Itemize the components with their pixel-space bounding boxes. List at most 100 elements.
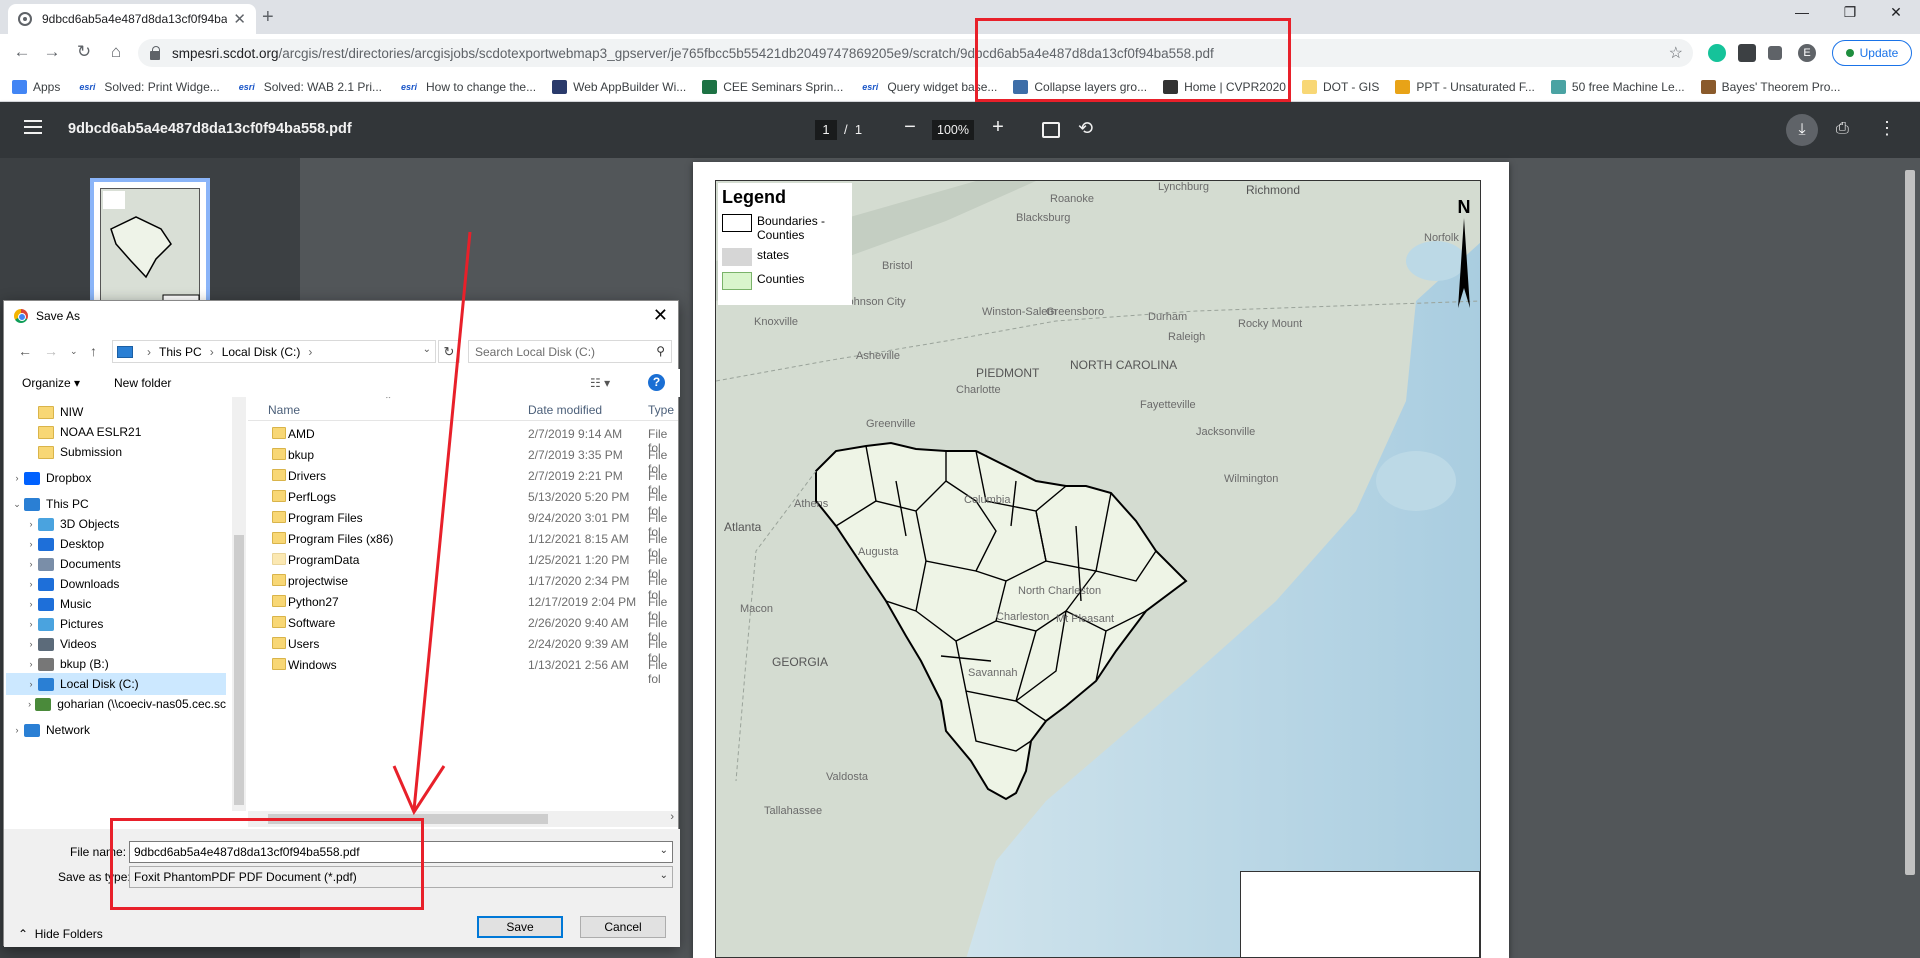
nav-scrollbar[interactable] — [232, 397, 246, 811]
file-date: 1/25/2021 1:20 PM — [528, 553, 630, 567]
browser-tab[interactable]: 9dbcd6ab5a4e487d8da13cf0f94ba558.pdf ✕ — [8, 4, 256, 34]
zoom-out-button[interactable]: − — [898, 116, 922, 139]
chevron-right-icon[interactable]: › — [24, 599, 38, 609]
reload-button[interactable]: ↻ — [72, 42, 96, 62]
chevron-right-icon[interactable]: › — [24, 679, 38, 689]
home-button[interactable]: ⌂ — [104, 42, 128, 62]
chevron-right-icon[interactable]: › — [24, 559, 38, 569]
zoom-level[interactable]: 100% — [932, 120, 974, 140]
bookmark-item[interactable]: esri How to change the... — [398, 80, 536, 94]
globe-icon — [18, 12, 32, 26]
nav-item-label: Documents — [60, 557, 121, 571]
save-button[interactable]: Save — [477, 916, 563, 938]
nav-item[interactable]: › Local Disk (C:) — [6, 673, 226, 695]
pdf-scrollbar[interactable] — [1905, 170, 1915, 875]
profile-avatar[interactable]: E — [1798, 44, 1816, 62]
bookmark-item[interactable]: Bayes' Theorem Pro... — [1700, 79, 1840, 94]
print-icon[interactable]: ⎙ — [1836, 120, 1849, 138]
close-window-button[interactable]: ✕ — [1876, 4, 1916, 21]
menu-icon[interactable] — [24, 120, 42, 138]
nav-item[interactable]: › Videos — [6, 633, 226, 655]
bookmark-star-icon[interactable]: ☆ — [1669, 43, 1683, 63]
nav-item[interactable]: Submission — [6, 441, 226, 463]
nav-item[interactable]: ⌄ This PC — [6, 493, 226, 515]
minimize-button[interactable]: — — [1782, 4, 1822, 20]
chevron-right-icon[interactable]: › — [24, 659, 38, 669]
nav-item[interactable]: › goharian (\\coeciv-nas05.cec.sc — [6, 693, 226, 715]
dialog-close-button[interactable]: ✕ — [653, 305, 668, 326]
bookmark-item[interactable]: esri Solved: Print Widge... — [76, 80, 219, 94]
nav-item[interactable]: › Documents — [6, 553, 226, 575]
chevron-right-icon[interactable]: › — [24, 639, 38, 649]
nav-item[interactable]: › Pictures — [6, 613, 226, 635]
bookmark-item[interactable]: Apps — [12, 79, 60, 94]
up-arrow-icon[interactable]: ↑ — [90, 343, 97, 359]
bookmark-item[interactable]: Web AppBuilder Wi... — [552, 79, 686, 94]
recent-locations-icon[interactable]: ⌄ — [70, 346, 78, 357]
column-name[interactable]: Name — [268, 403, 300, 417]
chevron-right-icon[interactable]: › — [24, 519, 38, 529]
breadcrumb-this-pc[interactable]: This PC — [159, 345, 202, 359]
map-place-label: GEORGIA — [772, 655, 829, 669]
nav-item[interactable]: NIW — [6, 401, 226, 423]
update-button[interactable]: Update — [1832, 40, 1912, 66]
column-type[interactable]: Type — [648, 403, 674, 417]
nav-item[interactable]: › 3D Objects — [6, 513, 226, 535]
file-type: File fol — [648, 658, 668, 686]
chevron-right-icon[interactable]: › — [24, 539, 38, 549]
back-arrow-icon[interactable]: ← — [18, 343, 32, 359]
browser-toolbar: ← → ↻ ⌂ smpesri.scdot.org/arcgis/rest/di… — [0, 34, 1920, 72]
bookmark-item[interactable]: DOT - GIS — [1301, 79, 1379, 94]
column-date[interactable]: Date modified — [528, 403, 602, 417]
map-place-label: Raleigh — [1168, 331, 1206, 343]
page-number-input[interactable]: 1 — [815, 120, 837, 140]
bookmark-item[interactable]: CEE Seminars Sprin... — [702, 79, 843, 94]
nav-item[interactable]: › Music — [6, 593, 226, 615]
grammarly-icon[interactable] — [1708, 44, 1726, 62]
nav-item[interactable]: › Dropbox — [6, 467, 226, 489]
back-button[interactable]: ← — [10, 42, 34, 62]
new-folder-button[interactable]: New folder — [114, 376, 171, 390]
forward-button[interactable]: → — [40, 42, 64, 62]
chevron-down-icon[interactable]: ⌄ — [660, 845, 668, 856]
view-options-icon[interactable]: ☷ ▾ — [590, 376, 610, 390]
bookmark-label: PPT - Unsaturated F... — [1416, 79, 1535, 94]
nav-item[interactable]: › Network — [6, 719, 226, 741]
help-icon[interactable]: ? — [648, 374, 665, 391]
nav-item[interactable]: › Desktop — [6, 533, 226, 555]
address-bar[interactable]: smpesri.scdot.org/arcgis/rest/directorie… — [138, 39, 1693, 67]
hide-folders-button[interactable]: ⌃ Hide Folders — [18, 927, 103, 941]
folder-icon — [272, 511, 286, 523]
rotate-icon[interactable]: ⟲ — [1078, 118, 1093, 139]
nav-item[interactable]: NOAA ESLR21 — [6, 421, 226, 443]
zoom-in-button[interactable]: + — [986, 116, 1010, 139]
cancel-button[interactable]: Cancel — [580, 916, 666, 938]
bookmark-item[interactable]: PPT - Unsaturated F... — [1395, 79, 1535, 94]
chevron-right-icon[interactable]: › — [24, 699, 35, 709]
new-tab-button[interactable]: + — [262, 6, 274, 29]
chevron-right-icon[interactable]: › — [24, 619, 38, 629]
browser-tab-bar: 9dbcd6ab5a4e487d8da13cf0f94ba558.pdf ✕ +… — [0, 0, 1920, 34]
organize-button[interactable]: Organize ▾ — [22, 376, 80, 390]
more-options-icon[interactable]: ⋮ — [1878, 118, 1896, 139]
bookmark-item[interactable]: esri Solved: WAB 2.1 Pri... — [236, 80, 382, 94]
nav-item[interactable]: › bkup (B:) — [6, 653, 226, 675]
maximize-button[interactable]: ❐ — [1830, 4, 1870, 21]
close-tab-icon[interactable]: ✕ — [233, 10, 246, 28]
chevron-right-icon[interactable]: › — [10, 473, 24, 483]
chevron-right-icon[interactable]: › — [10, 725, 24, 735]
bookmark-item[interactable]: 50 free Machine Le... — [1550, 79, 1685, 94]
tab-title: 9dbcd6ab5a4e487d8da13cf0f94ba558.pdf — [42, 12, 228, 26]
search-input[interactable]: Search Local Disk (C:) ⚲ — [468, 340, 672, 363]
chevron-down-icon[interactable]: ⌄ — [10, 499, 24, 510]
fit-page-icon[interactable] — [1042, 122, 1060, 138]
download-icon[interactable]: ⤓ — [1786, 114, 1818, 146]
breadcrumb-local-disk[interactable]: Local Disk (C:) — [222, 345, 301, 359]
extension-icon[interactable] — [1738, 44, 1756, 62]
chevron-right-icon[interactable]: › — [24, 579, 38, 589]
puzzle-icon[interactable] — [1768, 46, 1782, 60]
chevron-down-icon[interactable]: ⌄ — [660, 870, 668, 881]
nav-item[interactable]: › Downloads — [6, 573, 226, 595]
forward-arrow-icon[interactable]: → — [44, 343, 58, 359]
lock-icon[interactable] — [150, 45, 160, 60]
